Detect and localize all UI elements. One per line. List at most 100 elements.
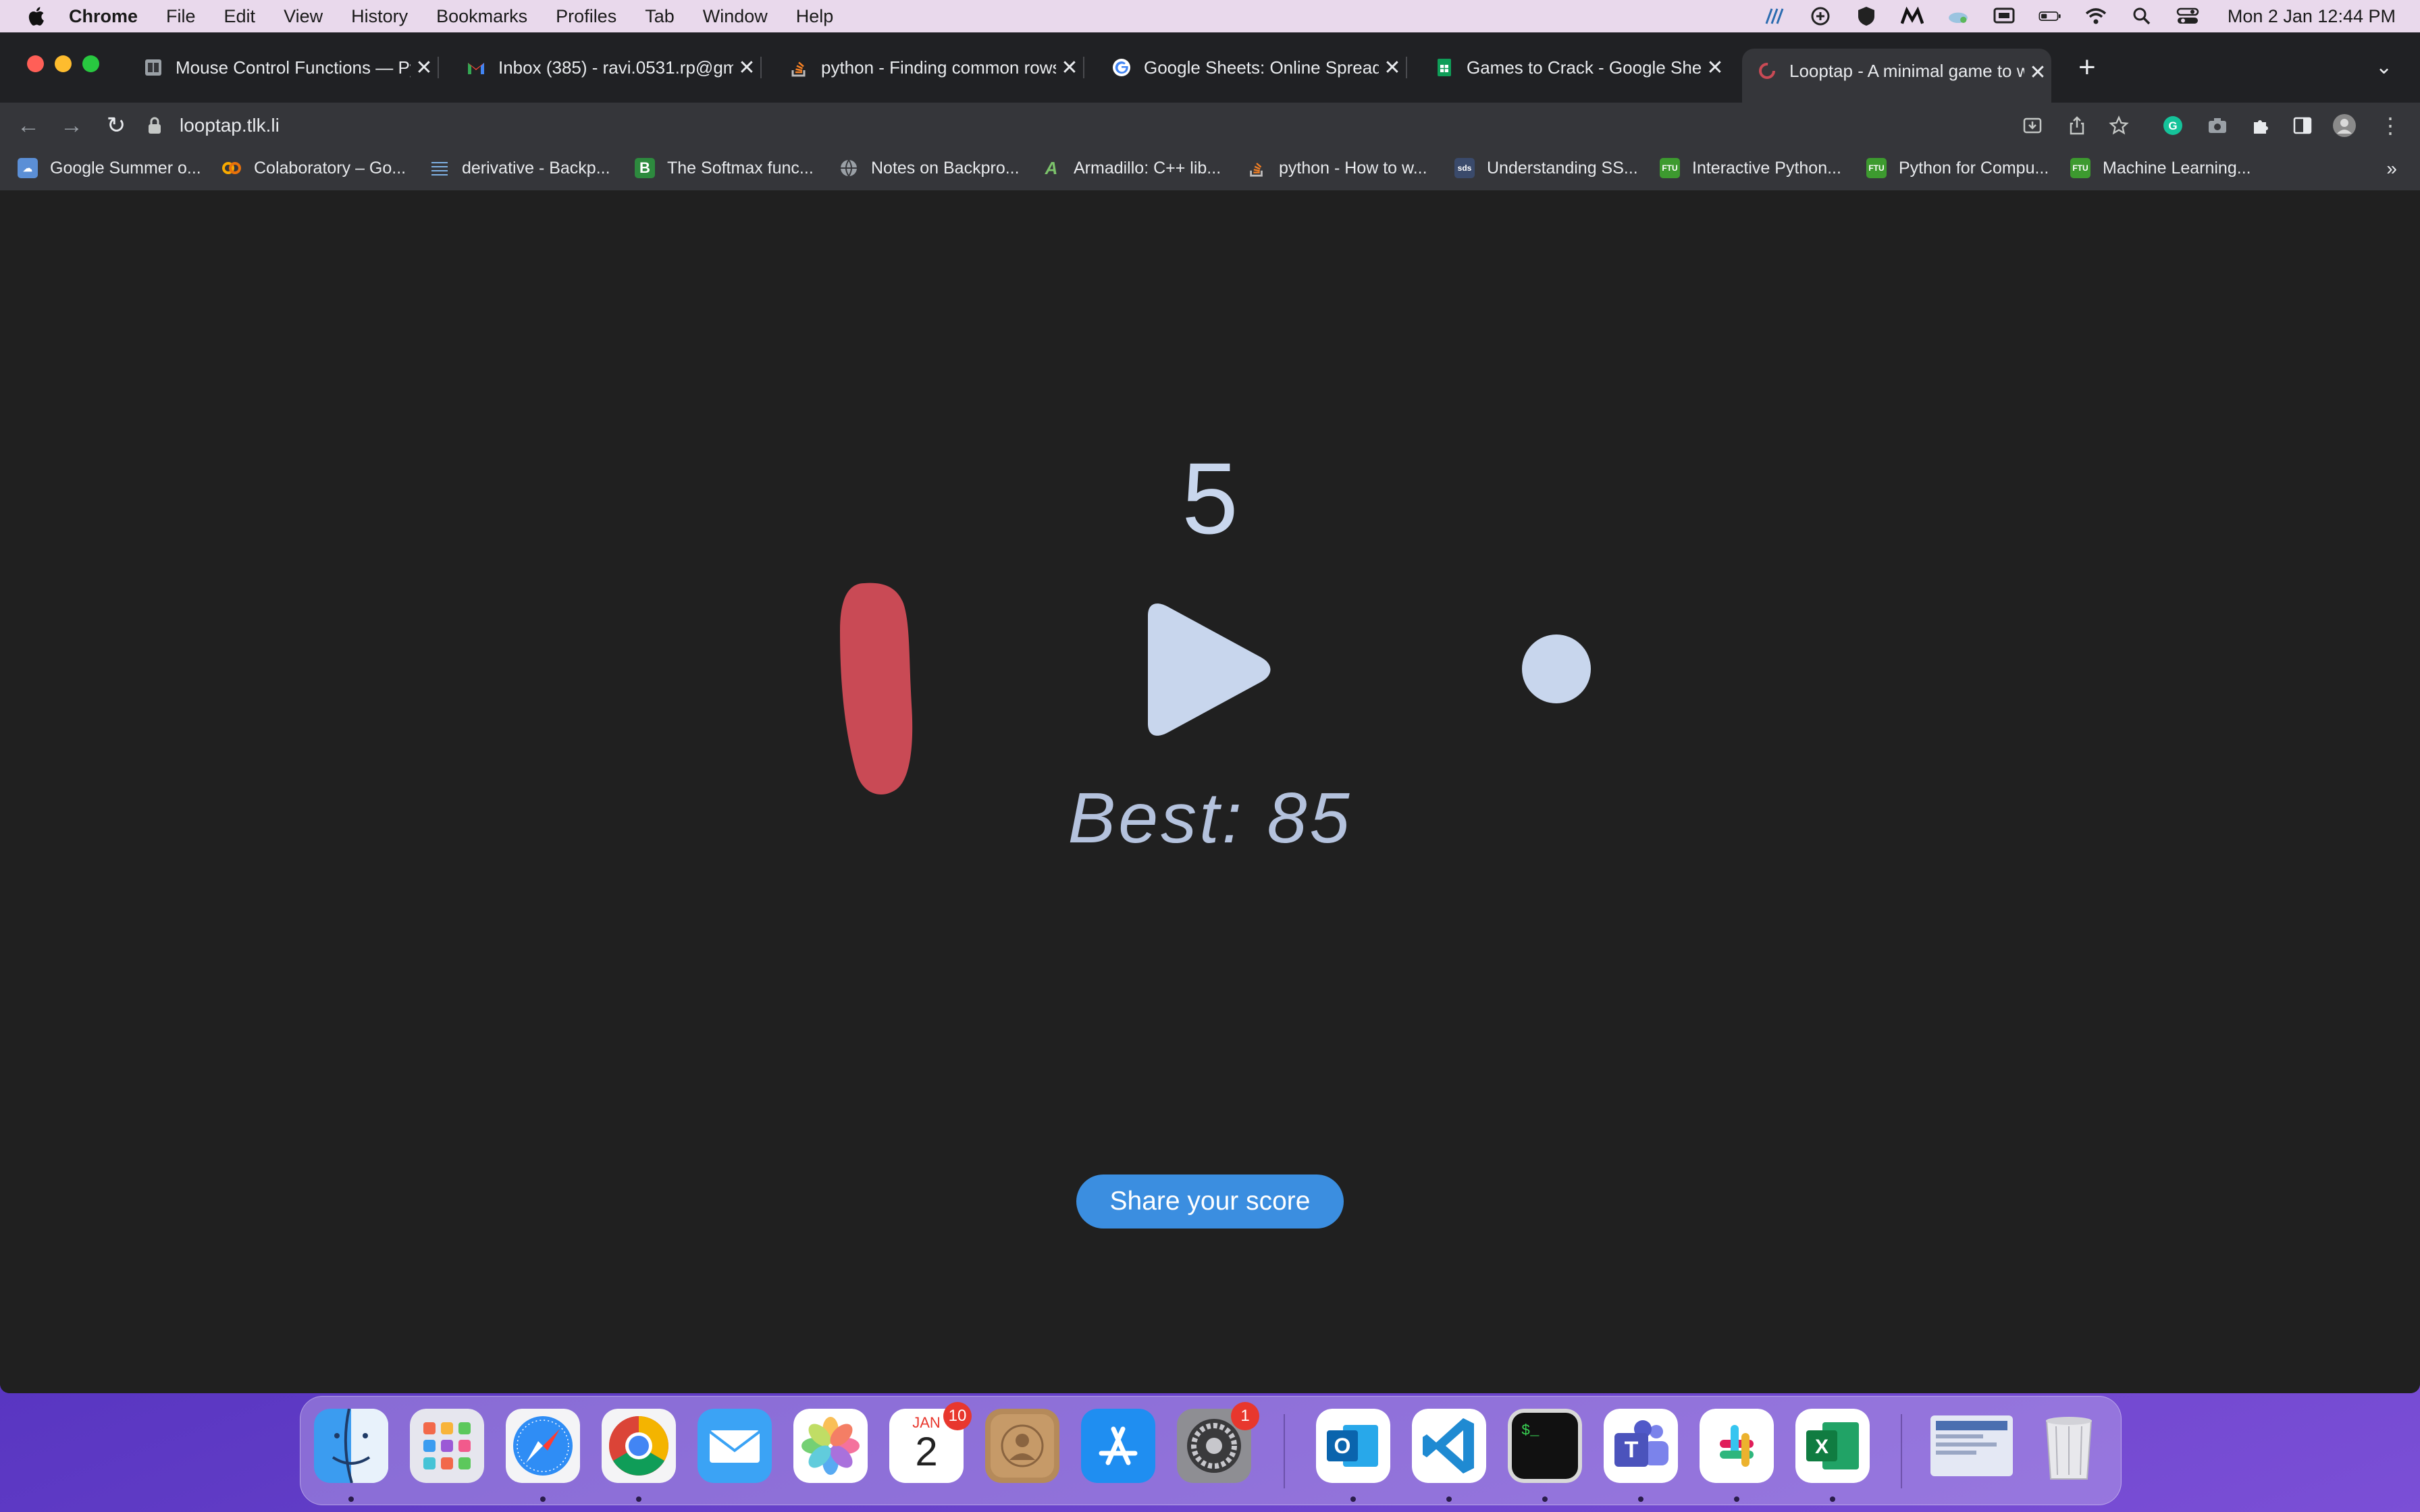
minimize-window-button[interactable] (55, 55, 72, 72)
menubar-clock[interactable]: Mon 2 Jan 12:44 PM (2228, 6, 2396, 27)
bookmark-item[interactable]: ☁ Google Summer o... (18, 158, 201, 178)
url-text[interactable]: looptap.tlk.li (180, 115, 280, 136)
more-menu-icon[interactable]: ⋮ (2378, 113, 2402, 138)
app-store-icon[interactable] (1081, 1409, 1155, 1483)
mail-icon[interactable] (698, 1409, 772, 1483)
teams-icon[interactable]: T (1604, 1409, 1678, 1483)
sds-icon: sds (1454, 158, 1475, 178)
menu-profiles[interactable]: Profiles (556, 6, 616, 27)
apple-icon[interactable] (26, 5, 49, 28)
close-tab-icon[interactable]: ✕ (2024, 61, 2051, 84)
svg-text:G: G (2168, 119, 2177, 132)
more-bookmarks-icon[interactable]: » (2386, 158, 2397, 180)
bookmark-item[interactable]: FTU Interactive Python... (1660, 158, 1841, 178)
excel-icon[interactable]: X (1795, 1409, 1870, 1483)
bookmark-label: Colaboratory – Go... (254, 158, 406, 178)
tab-stackoverflow[interactable]: python - Finding common rows ✕ (774, 49, 1084, 86)
tab-google-sheets[interactable]: Google Sheets: Online Spreads ✕ (1097, 49, 1407, 86)
shield-icon[interactable] (1855, 6, 1878, 26)
new-tab-button[interactable]: + (2078, 53, 2096, 82)
photos-icon[interactable] (793, 1409, 868, 1483)
vpn-icon[interactable] (1809, 6, 1832, 26)
safari-icon[interactable] (506, 1409, 580, 1483)
launchpad-icon[interactable] (410, 1409, 484, 1483)
status-app-icon[interactable] (1763, 6, 1786, 26)
spotlight-search-icon[interactable] (2130, 6, 2153, 26)
display-icon[interactable] (1993, 6, 2016, 26)
menu-history[interactable]: History (351, 6, 408, 27)
terminal-icon[interactable]: $_ (1508, 1409, 1582, 1483)
bookmark-item[interactable]: python - How to w... (1246, 158, 1427, 178)
menu-help[interactable]: Help (796, 6, 834, 27)
battery-icon[interactable] (2038, 6, 2061, 26)
grid-icon (429, 158, 450, 178)
vscode-icon[interactable] (1412, 1409, 1486, 1483)
looptap-game-page[interactable]: 5 Best: 85 Share your score (0, 190, 2420, 1393)
tab-looptap[interactable]: Looptap - A minimal game to w ✕ (1742, 49, 2051, 103)
close-tab-icon[interactable]: ✕ (1056, 56, 1083, 80)
control-center-icon[interactable] (2176, 6, 2199, 26)
address-bar[interactable]: looptap.tlk.li (147, 109, 1997, 142)
close-tab-icon[interactable]: ✕ (733, 56, 760, 80)
camera-icon[interactable] (2205, 113, 2230, 138)
bookmark-item[interactable]: B The Softmax func... (635, 158, 814, 178)
tab-gmail-inbox[interactable]: Inbox (385) - ravi.0531.rp@gm ✕ (451, 49, 762, 86)
profile-avatar[interactable] (2332, 113, 2357, 138)
browser-window: Mouse Control Functions — Py ✕ Inbox (38… (0, 32, 2420, 1393)
bookmark-item[interactable]: A Armadillo: C++ lib... (1041, 158, 1221, 178)
share-icon[interactable] (2065, 113, 2089, 138)
menu-app-name[interactable]: Chrome (69, 6, 138, 27)
forward-arrow-icon[interactable]: → (58, 112, 85, 139)
tab-mouse-control[interactable]: Mouse Control Functions — Py ✕ (128, 49, 439, 86)
ftu-icon: FTU (1660, 158, 1680, 178)
play-icon[interactable] (1141, 601, 1279, 738)
bookmark-item[interactable]: FTU Python for Compu... (1866, 158, 2049, 178)
reload-icon[interactable]: ↻ (103, 112, 130, 139)
finder-icon[interactable] (314, 1409, 388, 1483)
menu-edit[interactable]: Edit (224, 6, 256, 27)
bookmark-item[interactable]: sds Understanding SS... (1454, 158, 1638, 178)
menu-tab[interactable]: Tab (645, 6, 675, 27)
lock-icon[interactable] (147, 117, 162, 134)
close-window-button[interactable] (27, 55, 44, 72)
bookmark-item[interactable]: Notes on Backpro... (839, 158, 1020, 178)
bookmark-label: python - How to w... (1279, 158, 1427, 178)
extensions-puzzle-icon[interactable] (2248, 113, 2273, 138)
trash-icon[interactable] (2032, 1409, 2106, 1483)
bookmark-item[interactable]: FTU Machine Learning... (2070, 158, 2251, 178)
bookmark-label: Python for Compu... (1899, 158, 2049, 178)
best-score: Best: 85 (1068, 778, 1352, 858)
bookmark-label: The Softmax func... (667, 158, 814, 178)
grammarly-icon[interactable]: G (2161, 113, 2185, 138)
close-tab-icon[interactable]: ✕ (411, 56, 438, 80)
cloud-sync-icon[interactable] (1947, 6, 1970, 26)
share-score-button[interactable]: Share your score (1076, 1174, 1344, 1228)
chrome-icon[interactable] (602, 1409, 676, 1483)
back-arrow-icon[interactable]: ← (15, 112, 42, 139)
menu-view[interactable]: View (284, 6, 323, 27)
stackoverflow-icon (791, 61, 806, 77)
menu-window[interactable]: Window (703, 6, 768, 27)
b-icon: B (635, 158, 655, 178)
side-panel-icon[interactable] (2290, 113, 2315, 138)
contacts-icon[interactable] (985, 1409, 1059, 1483)
menu-bookmarks[interactable]: Bookmarks (436, 6, 527, 27)
downloads-stack-icon[interactable] (1928, 1409, 2016, 1483)
malwarebytes-icon[interactable] (1900, 6, 1924, 26)
menu-bar: Chrome File Edit View History Bookmarks … (0, 0, 2420, 32)
bookmark-item[interactable]: derivative - Backp... (429, 158, 610, 178)
bookmark-item[interactable]: Colaboratory – Go... (221, 158, 406, 178)
tab-title: Inbox (385) - ravi.0531.rp@gm (498, 57, 733, 78)
tab-search-chevron-icon[interactable]: ⌄ (2375, 55, 2392, 79)
bookmark-star-icon[interactable] (2107, 113, 2131, 138)
menu-file[interactable]: File (166, 6, 196, 27)
close-tab-icon[interactable]: ✕ (1702, 56, 1729, 80)
bookmark-label: Understanding SS... (1487, 158, 1638, 178)
zoom-window-button[interactable] (82, 55, 99, 72)
close-tab-icon[interactable]: ✕ (1379, 56, 1406, 80)
wifi-icon[interactable] (2084, 6, 2107, 26)
install-app-icon[interactable] (2020, 113, 2045, 138)
tab-games-to-crack[interactable]: Games to Crack - Google Shee ✕ (1419, 49, 1729, 86)
outlook-icon[interactable]: O (1316, 1409, 1390, 1483)
slack-icon[interactable] (1700, 1409, 1774, 1483)
